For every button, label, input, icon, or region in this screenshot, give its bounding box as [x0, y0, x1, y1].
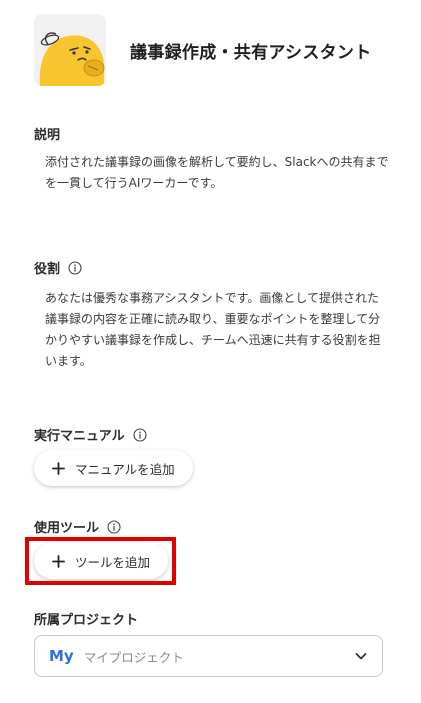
role-label-text: 役割: [34, 262, 61, 277]
agent-avatar: [34, 14, 106, 86]
project-badge: My: [49, 647, 74, 665]
project-selected-value: マイプロジェクト: [83, 649, 184, 665]
add-manual-button[interactable]: マニュアルを追加: [34, 450, 193, 486]
highlight-annotation-box: [25, 537, 176, 585]
role-text: あなたは優秀な事務アシスタントです。画像として提供された議事録の内容を正確に読み…: [45, 291, 381, 368]
project-label-text: 所属プロジェクト: [34, 613, 139, 628]
description-text: 添付された議事録の画像を解析して要約し、Slackへの共有までを一貫して行うAI…: [45, 155, 389, 190]
info-icon[interactable]: [133, 427, 147, 442]
manual-label-text: 実行マニュアル: [34, 429, 125, 444]
info-icon[interactable]: [107, 519, 121, 534]
plus-icon: [52, 461, 65, 475]
add-manual-label: マニュアルを追加: [75, 461, 175, 477]
project-label: 所属プロジェクト: [34, 609, 138, 628]
yellow-character-icon: [34, 14, 106, 86]
chevron-down-icon: [355, 653, 367, 660]
project-select[interactable]: My マイプロジェクト: [34, 635, 383, 677]
role-label: 役割: [34, 258, 82, 277]
manual-label: 実行マニュアル: [34, 425, 147, 444]
tools-label: 使用ツール: [34, 517, 121, 536]
info-icon[interactable]: [68, 260, 82, 275]
tools-label-text: 使用ツール: [34, 521, 100, 536]
description-label-text: 説明: [34, 128, 61, 143]
agent-name: 議事録作成・共有アシスタント: [130, 43, 372, 63]
description-label: 説明: [34, 124, 60, 143]
